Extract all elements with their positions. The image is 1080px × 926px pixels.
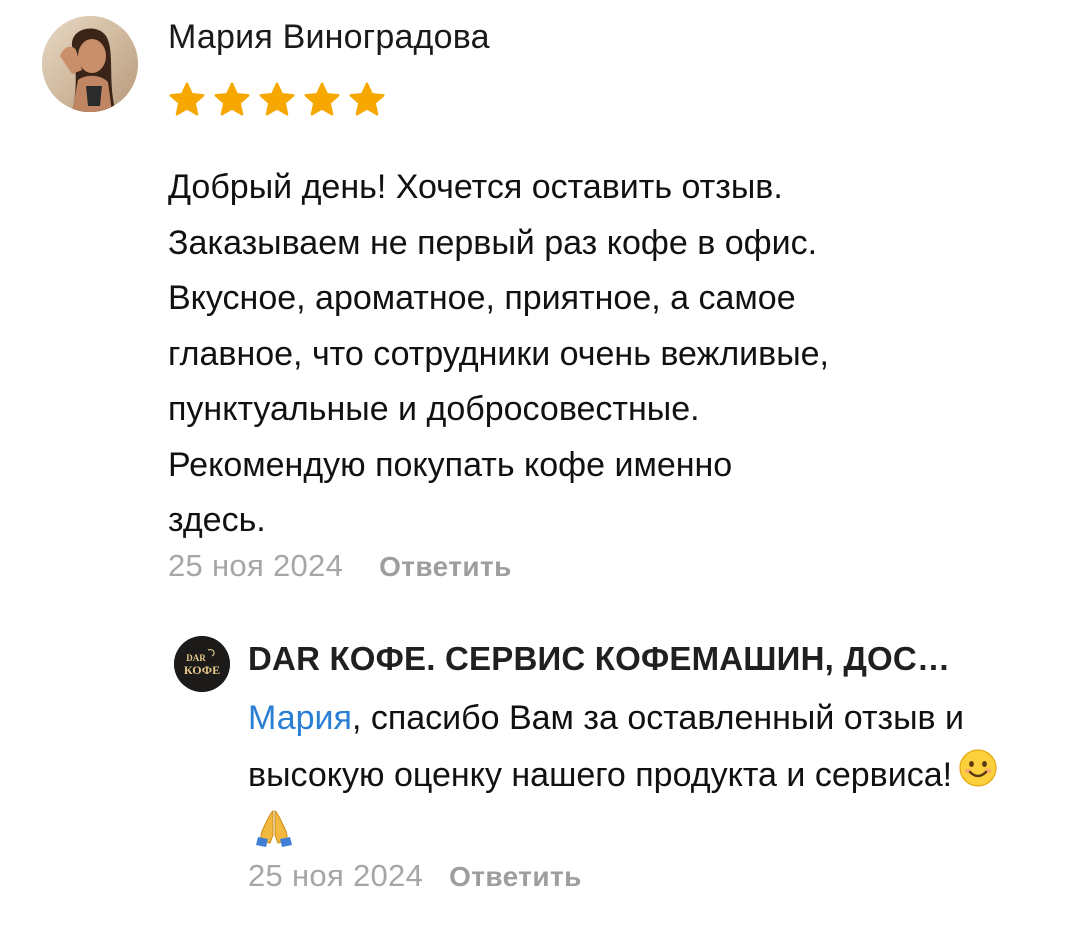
star-icon bbox=[259, 82, 295, 116]
author-avatar[interactable] bbox=[42, 16, 138, 112]
reply-reply-button[interactable]: Ответить bbox=[449, 861, 582, 893]
star-icon bbox=[349, 82, 385, 116]
smiling-face-emoji-icon bbox=[958, 748, 998, 806]
reply-button[interactable]: Ответить bbox=[379, 551, 512, 583]
folded-hands-emoji-icon bbox=[254, 807, 294, 865]
coffee-logo-icon: DAR КОФЕ bbox=[174, 636, 230, 692]
rating-stars bbox=[166, 80, 388, 120]
star-icon bbox=[214, 82, 250, 116]
reply-meta: 25 ноя 2024 Ответить bbox=[248, 858, 582, 894]
mention-link[interactable]: Мария bbox=[248, 699, 352, 737]
review-card: Мария Виноградова Добрый день! Хочется о… bbox=[0, 0, 1080, 926]
logo-text-top: DAR bbox=[186, 653, 206, 663]
author-name[interactable]: Мария Виноградова bbox=[168, 18, 490, 57]
reply-body: , спасибо Вам за оставленный отзыв и выс… bbox=[248, 699, 965, 794]
reply-date: 25 ноя 2024 bbox=[248, 858, 424, 893]
reply-author-name[interactable]: DAR КОФЕ. СЕРВИС КОФЕМАШИН, ДОС… bbox=[248, 640, 1028, 678]
reply-text: Мария, спасибо Вам за оставленный отзыв … bbox=[248, 690, 1028, 865]
avatar-photo bbox=[42, 16, 138, 112]
star-icon bbox=[304, 82, 340, 116]
business-logo[interactable]: DAR КОФЕ bbox=[174, 636, 230, 692]
logo-text-bottom: КОФЕ bbox=[184, 663, 220, 677]
star-icon bbox=[169, 82, 205, 116]
review-meta: 25 ноя 2024 Ответить bbox=[168, 548, 512, 584]
review-text: Добрый день! Хочется оставить отзыв. Зак… bbox=[168, 168, 830, 539]
review-date: 25 ноя 2024 bbox=[168, 548, 344, 583]
